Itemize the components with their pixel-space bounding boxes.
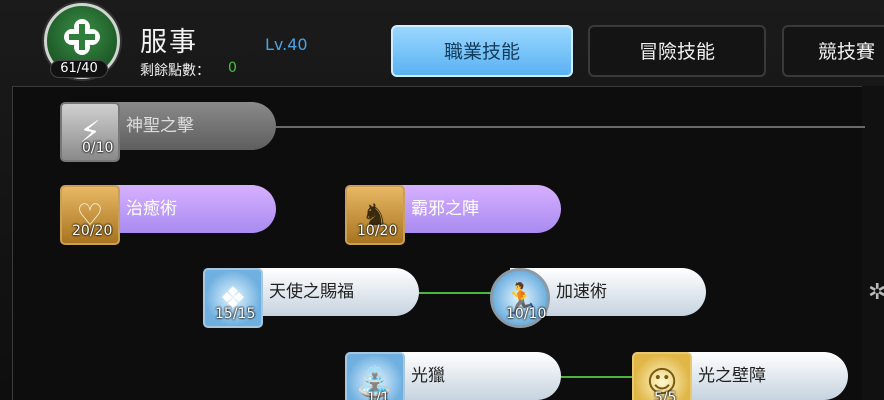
remaining-points-value: 0 bbox=[228, 60, 237, 76]
skill-level: 20/20 bbox=[72, 223, 113, 239]
skill-points-badge: 61/40 bbox=[50, 60, 108, 78]
panel-edge bbox=[862, 86, 884, 400]
cross-emblem-icon bbox=[64, 19, 100, 55]
tab-job-skills[interactable]: 職業技能 bbox=[391, 25, 573, 77]
skill-level: 10/20 bbox=[357, 223, 398, 239]
skill-level: 1/1 bbox=[367, 390, 390, 400]
class-name: 服事 bbox=[140, 27, 198, 58]
tree-connector bbox=[416, 292, 494, 294]
skill-level: 0/10 bbox=[82, 140, 114, 156]
skill-window: 61/40 服事 Lv.40 剩餘點數： 0 職業技能 冒險技能 競技賽 ✲ 神… bbox=[0, 0, 884, 400]
skill-heal[interactable]: 治癒術 ♡ 20/20 bbox=[60, 185, 276, 245]
header: 61/40 服事 Lv.40 剩餘點數： 0 職業技能 冒險技能 競技賽 bbox=[0, 0, 884, 84]
skill-haste[interactable]: 加速術 🏃 10/10 bbox=[490, 268, 706, 328]
skill-level: 5/5 bbox=[654, 390, 677, 400]
tree-connector bbox=[560, 376, 634, 378]
skill-light-hunt[interactable]: 光獵 ⛲ 1/1 bbox=[345, 352, 561, 400]
remaining-points-label: 剩餘點數： bbox=[140, 63, 210, 79]
character-level: Lv.40 bbox=[265, 35, 308, 54]
tab-arena[interactable]: 競技賽 bbox=[782, 25, 884, 77]
skill-light-barrier[interactable]: 光之壁障 ☺ 5/5 bbox=[632, 352, 848, 400]
tab-adventure-skills[interactable]: 冒險技能 bbox=[588, 25, 766, 77]
skill-holy-strike[interactable]: 神聖之擊 ⚡ 0/10 bbox=[60, 102, 276, 162]
skill-angel-blessing[interactable]: 天使之賜福 ❖ 15/15 bbox=[203, 268, 419, 328]
skill-level: 15/15 bbox=[215, 306, 256, 322]
tree-connector bbox=[275, 126, 865, 128]
skill-level: 10/10 bbox=[506, 306, 547, 322]
skill-evil-ward[interactable]: 霸邪之陣 ♞ 10/20 bbox=[345, 185, 561, 245]
scroll-ornament-icon[interactable]: ✲ bbox=[868, 280, 884, 305]
